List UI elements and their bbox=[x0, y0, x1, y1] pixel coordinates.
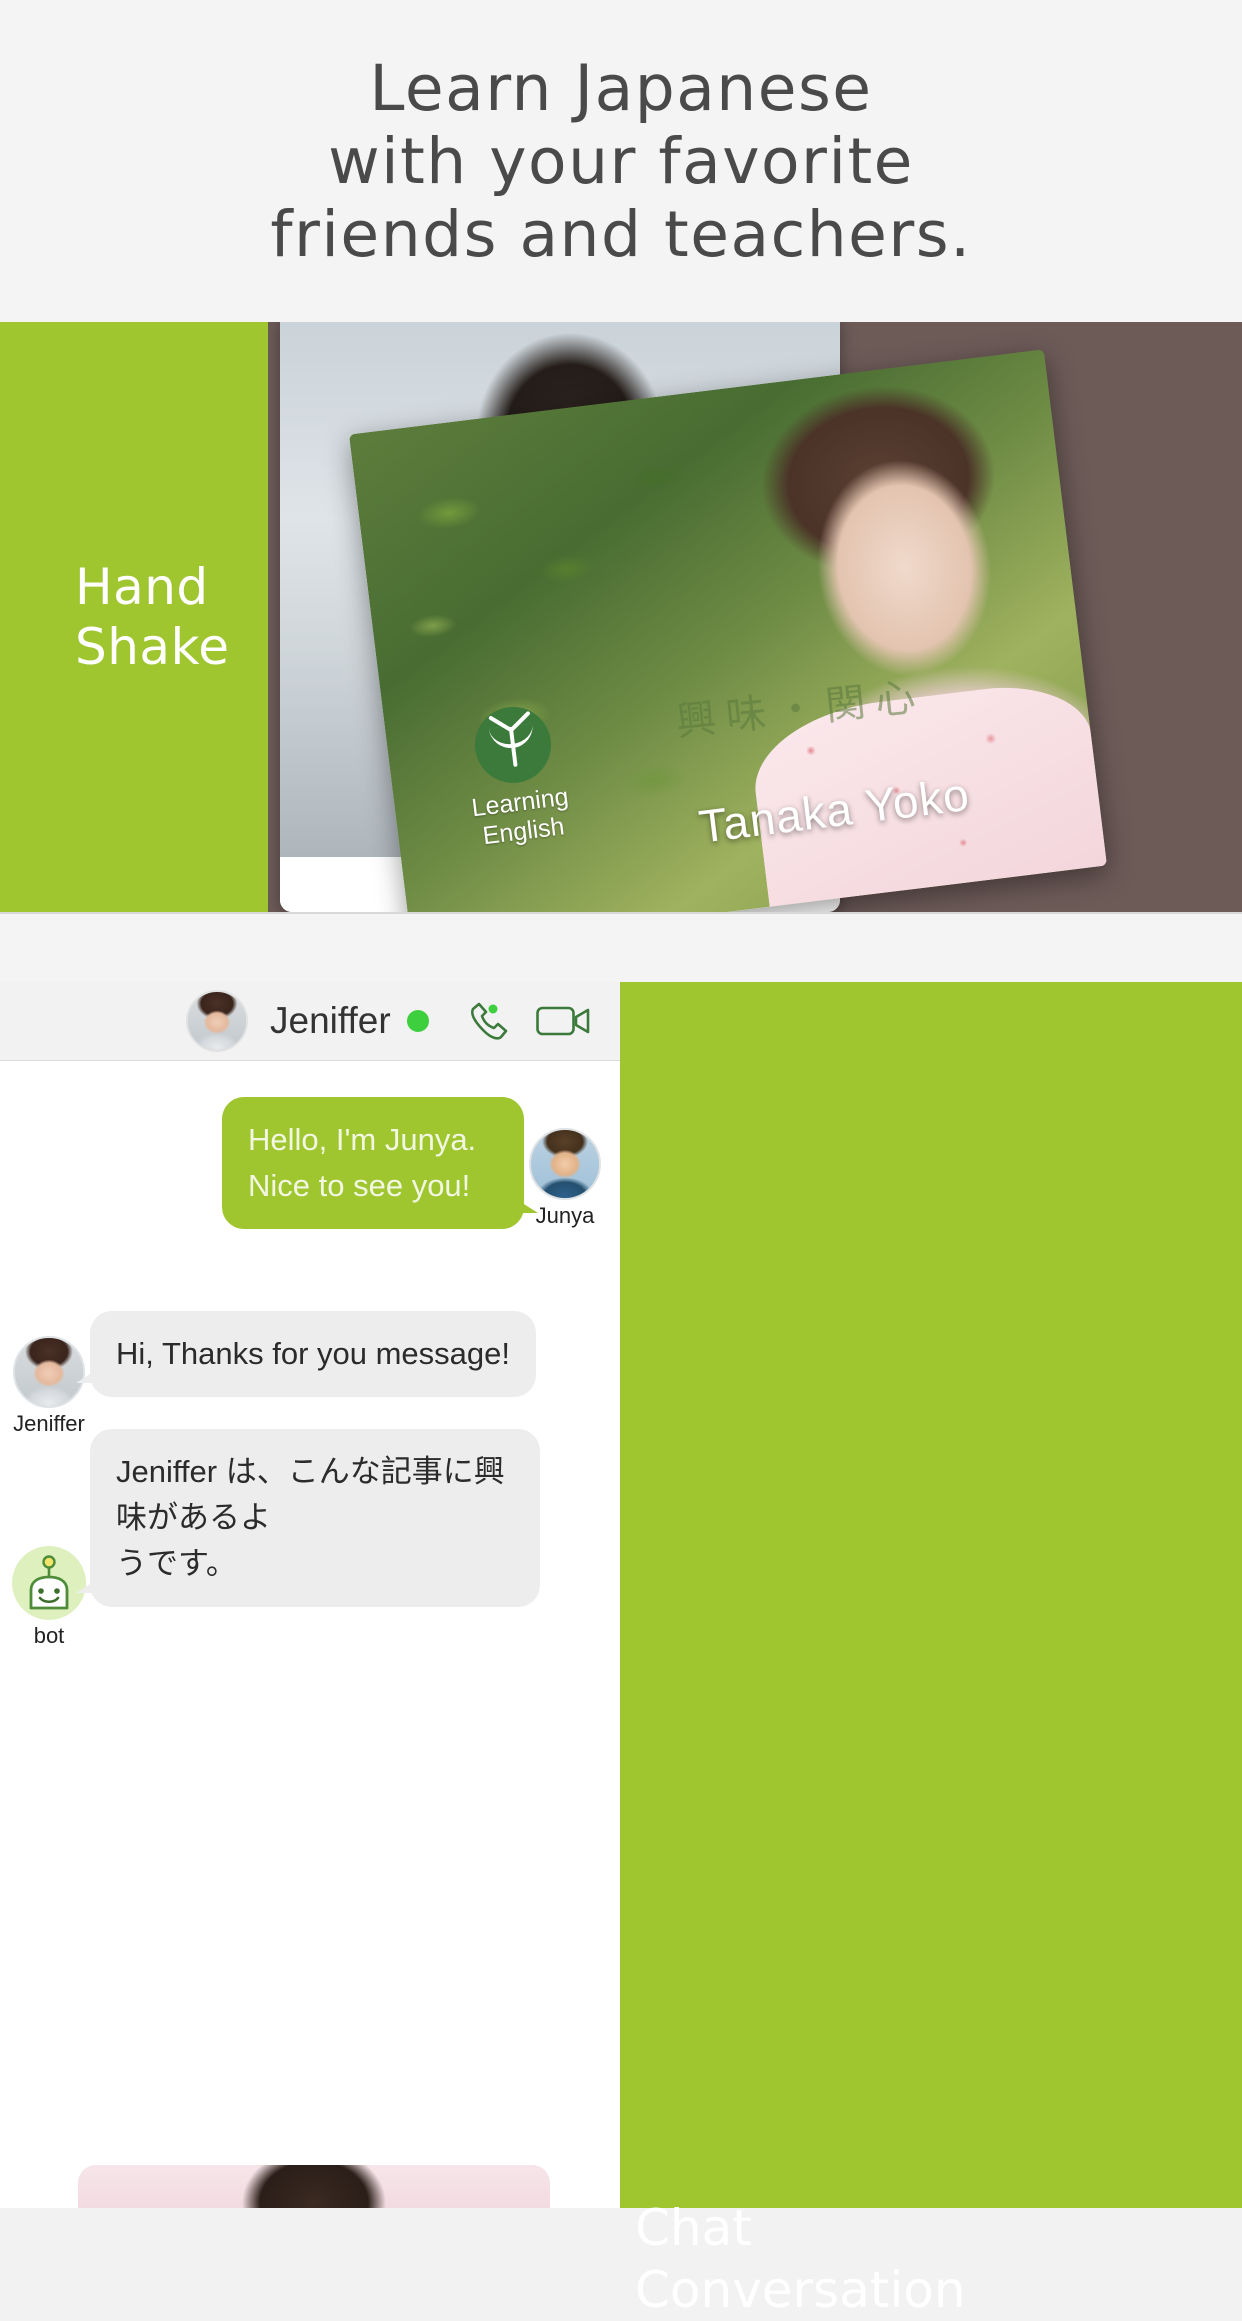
junya-avatar bbox=[531, 1130, 599, 1198]
profile-card-front[interactable]: 興味・関心 Learning English Tanaka Yoko bbox=[348, 349, 1108, 912]
chat-label-line1: Chat bbox=[635, 2199, 752, 2257]
hero-line-1: Learn Japanese bbox=[369, 51, 873, 125]
message-bubble-jeniffer[interactable]: Hi, Thanks for you message! bbox=[76, 1311, 536, 1397]
message-text-line1: Hello, I'm Junya. bbox=[248, 1122, 477, 1157]
learning-english-logo-icon bbox=[470, 702, 556, 788]
section-divider bbox=[0, 912, 1242, 982]
avatar[interactable] bbox=[186, 990, 248, 1052]
message-sender-name: bot bbox=[33, 1623, 65, 1648]
message-text-line2: Nice to see you! bbox=[248, 1168, 471, 1203]
message-sender-bot: bot bbox=[8, 1546, 90, 1649]
handshake-label-line2: Shake bbox=[75, 618, 230, 676]
avatar[interactable] bbox=[13, 1336, 85, 1408]
article-thumbnail bbox=[78, 2165, 550, 2208]
article-preview-card[interactable]: mfAB bbox=[78, 2165, 550, 2208]
chat-header-actions bbox=[464, 998, 590, 1044]
handshake-label: Hand Shake bbox=[75, 557, 230, 677]
message-sender-jeniffer: Jeniffer bbox=[8, 1336, 90, 1437]
chat-panel: Jeniffer Hello, I'm Junya. Nice to see y… bbox=[0, 982, 620, 2208]
message-sender-junya: Junya bbox=[524, 1128, 606, 1229]
status-badge bbox=[406, 1010, 429, 1032]
message-row-jeniffer: Jeniffer Hi, Thanks for you message! bbox=[8, 1311, 536, 1437]
chat-contact-name: Jeniffer bbox=[270, 1000, 391, 1041]
jeniffer-avatar bbox=[188, 992, 246, 1050]
handshake-photos-area: Learning English 興味・関心 Learning English … bbox=[268, 322, 1242, 912]
hero-headline-section: Learn Japanese with your favorite friend… bbox=[0, 0, 1242, 322]
avatar[interactable] bbox=[529, 1128, 601, 1200]
bot-avatar[interactable] bbox=[12, 1546, 86, 1620]
learning-badge-2: Learning English bbox=[434, 698, 600, 855]
message-text-line1: Hi, Thanks for you message! bbox=[116, 1336, 510, 1371]
jeniffer-avatar bbox=[15, 1338, 83, 1406]
message-bubble-bot[interactable]: Jeniffer は、こんな記事に興味があるよ うです。 bbox=[76, 1429, 540, 1607]
chat-section: Chat Conversation Jeniffer Hello, I'm Ju… bbox=[0, 982, 1242, 2319]
chat-green-panel bbox=[620, 982, 1242, 2208]
phone-call-icon[interactable] bbox=[464, 998, 510, 1044]
handshake-label-line1: Hand bbox=[75, 558, 209, 616]
hero-line-3: friends and teachers. bbox=[270, 197, 972, 271]
message-text-line2: うです。 bbox=[116, 1546, 237, 1581]
message-row-junya: Hello, I'm Junya. Nice to see you! Junya bbox=[222, 1097, 606, 1229]
chat-message-list[interactable]: Hello, I'm Junya. Nice to see you! Junya bbox=[0, 1061, 620, 2208]
message-bubble-junya[interactable]: Hello, I'm Junya. Nice to see you! bbox=[222, 1097, 538, 1229]
message-text-line1: Jeniffer は、こんな記事に興味があるよ bbox=[116, 1454, 505, 1535]
handshake-section: Hand Shake Learning English 興味・関心 bbox=[0, 322, 1242, 912]
logo-wings bbox=[487, 710, 535, 736]
message-row-bot: bot Jeniffer は、こんな記事に興味があるよ うです。 bbox=[8, 1429, 540, 1649]
chat-conversation-label: Chat Conversation bbox=[635, 2197, 966, 2321]
chat-header: Jeniffer bbox=[0, 982, 620, 1061]
video-camera-icon[interactable] bbox=[536, 1002, 590, 1040]
chat-label-line2: Conversation bbox=[635, 2261, 966, 2319]
hero-line-2: with your favorite bbox=[328, 124, 914, 198]
